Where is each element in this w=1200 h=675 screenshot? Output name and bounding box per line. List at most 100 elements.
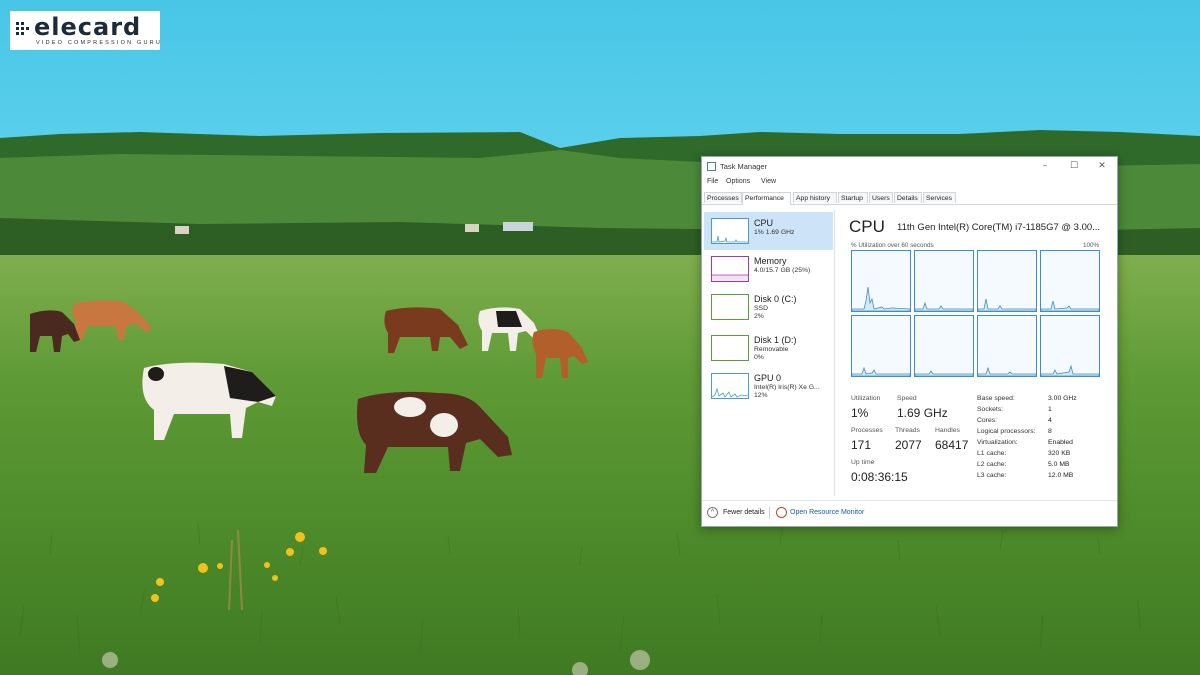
uptime-value: 0:08:36:15 bbox=[851, 470, 908, 484]
sidebar-disk1-label: Disk 1 (D:) bbox=[754, 335, 797, 345]
tab-performance[interactable]: Performance bbox=[742, 192, 791, 205]
processes-value: 171 bbox=[851, 438, 872, 452]
sidebar-item-disk0[interactable]: Disk 0 (C:) SSD 2% bbox=[704, 288, 833, 326]
speed-label: Speed bbox=[897, 395, 917, 402]
spec-value: 8 bbox=[1048, 428, 1052, 435]
cpu-core-graph bbox=[1040, 250, 1100, 312]
menu-view[interactable]: View bbox=[761, 178, 776, 185]
sidebar-memory-usage: 4.0/15.7 GB (25%) bbox=[754, 267, 811, 274]
sidebar-disk1-usage: 0% bbox=[754, 354, 764, 361]
sidebar-cpu-label: CPU bbox=[754, 218, 774, 228]
fewer-details-link[interactable]: Fewer details bbox=[723, 509, 765, 516]
spec-label: L3 cache: bbox=[977, 472, 1007, 479]
cpu-core-graph bbox=[851, 250, 911, 312]
logical-processor-graphs bbox=[851, 250, 1103, 380]
cpu-core-graph bbox=[1040, 315, 1100, 377]
task-manager-icon bbox=[707, 162, 716, 171]
utilization-label: Utilization bbox=[851, 395, 881, 402]
cpu-thumbnail-graph bbox=[711, 218, 749, 244]
cpu-core-graph bbox=[977, 250, 1037, 312]
elecard-logo: elecard VIDEO COMPRESSION GURU bbox=[10, 11, 160, 50]
tab-startup[interactable]: Startup bbox=[838, 192, 868, 203]
sidebar-item-gpu0[interactable]: GPU 0 Intel(R) Iris(R) Xe G... 12% bbox=[704, 367, 833, 405]
sidebar-memory-label: Memory bbox=[754, 256, 787, 266]
logo-tagline: VIDEO COMPRESSION GURU bbox=[36, 40, 163, 46]
close-button[interactable]: ✕ bbox=[1091, 160, 1113, 173]
spec-label: L1 cache: bbox=[977, 450, 1007, 457]
sidebar-item-cpu[interactable]: CPU 1% 1.69 GHz bbox=[704, 212, 833, 250]
sidebar-item-disk1[interactable]: Disk 1 (D:) Removable 0% bbox=[704, 329, 833, 367]
graph-max-label: 100% bbox=[1083, 242, 1100, 249]
resource-sidebar: CPU 1% 1.69 GHz Memory 4.0/15.7 GB (25%)… bbox=[704, 210, 835, 496]
sidebar-gpu0-model: Intel(R) Iris(R) Xe G... bbox=[754, 384, 820, 391]
cpu-core-graph bbox=[914, 250, 974, 312]
spec-label: Cores: bbox=[977, 417, 998, 424]
tab-services[interactable]: Services bbox=[923, 192, 956, 203]
cpu-core-graph bbox=[914, 315, 974, 377]
spec-value: 4 bbox=[1048, 417, 1052, 424]
cpu-detail-panel: CPU 11th Gen Intel(R) Core(TM) i7-1185G7… bbox=[841, 210, 1111, 496]
cow-brown bbox=[384, 307, 468, 353]
spec-value: 12.0 MB bbox=[1048, 472, 1074, 479]
spec-value: 320 KB bbox=[1048, 450, 1071, 457]
cow-orange-2 bbox=[72, 300, 152, 340]
sidebar-cpu-usage: 1% 1.69 GHz bbox=[754, 229, 795, 236]
cpu-heading: CPU bbox=[849, 217, 885, 236]
spec-label: Logical processors: bbox=[977, 428, 1036, 435]
minimize-button[interactable]: – bbox=[1034, 160, 1056, 173]
gpu0-thumbnail-graph bbox=[711, 373, 749, 399]
cow-dark bbox=[30, 310, 80, 352]
sidebar-gpu0-label: GPU 0 bbox=[754, 373, 782, 383]
chevron-up-icon[interactable]: ^ bbox=[707, 507, 718, 518]
memory-thumbnail-graph bbox=[711, 256, 749, 282]
sidebar-disk1-type: Removable bbox=[754, 346, 789, 353]
tab-details[interactable]: Details bbox=[894, 192, 922, 203]
resource-monitor-icon[interactable] bbox=[776, 507, 787, 518]
handles-value: 68417 bbox=[935, 438, 969, 452]
title-bar[interactable]: Task Manager – ☐ ✕ bbox=[702, 157, 1117, 177]
logo-dots-icon bbox=[16, 22, 29, 35]
open-resource-monitor-link[interactable]: Open Resource Monitor bbox=[790, 509, 864, 516]
disk0-thumbnail-graph bbox=[711, 294, 749, 320]
spec-value: 1 bbox=[1048, 406, 1052, 413]
speed-value: 1.69 GHz bbox=[897, 406, 948, 420]
logo-wordmark: elecard bbox=[34, 13, 142, 41]
cow-brown-white bbox=[357, 391, 512, 473]
tab-strip: Processes Performance App history Startu… bbox=[702, 192, 1117, 205]
cpu-model-name: 11th Gen Intel(R) Core(TM) i7-1185G7 @ 3… bbox=[897, 222, 1101, 233]
spec-label: L2 cache: bbox=[977, 461, 1007, 468]
sidebar-disk0-type: SSD bbox=[754, 305, 768, 312]
cow-black-white bbox=[142, 362, 276, 440]
threads-label: Threads bbox=[895, 427, 920, 434]
spec-label: Sockets: bbox=[977, 406, 1004, 413]
cow-orange bbox=[532, 329, 588, 378]
processes-label: Processes bbox=[851, 427, 883, 434]
tab-processes[interactable]: Processes bbox=[704, 192, 742, 203]
graph-caption: % Utilization over 60 seconds bbox=[851, 242, 934, 249]
spec-value: Enabled bbox=[1048, 439, 1073, 446]
sidebar-item-memory[interactable]: Memory 4.0/15.7 GB (25%) bbox=[704, 250, 833, 288]
sidebar-disk0-usage: 2% bbox=[754, 313, 764, 320]
sidebar-gpu0-usage: 12% bbox=[754, 392, 768, 399]
spec-label: Base speed: bbox=[977, 395, 1015, 402]
footer-divider bbox=[769, 507, 770, 519]
window-title: Task Manager bbox=[720, 162, 768, 171]
disk1-thumbnail-graph bbox=[711, 335, 749, 361]
menu-file[interactable]: File bbox=[707, 178, 718, 185]
spec-value: 5.0 MB bbox=[1048, 461, 1070, 468]
maximize-button[interactable]: ☐ bbox=[1063, 160, 1085, 173]
menu-options[interactable]: Options bbox=[726, 178, 750, 185]
tab-app-history[interactable]: App history bbox=[793, 192, 837, 203]
utilization-value: 1% bbox=[851, 406, 869, 420]
spec-value: 3.00 GHz bbox=[1048, 395, 1077, 402]
tab-users[interactable]: Users bbox=[869, 192, 893, 203]
footer-bar: ^ Fewer details Open Resource Monitor bbox=[702, 500, 1117, 525]
cpu-core-graph bbox=[851, 315, 911, 377]
sidebar-disk0-label: Disk 0 (C:) bbox=[754, 294, 797, 304]
task-manager-window: Task Manager – ☐ ✕ File Options View Pro… bbox=[701, 156, 1118, 527]
handles-label: Handles bbox=[935, 427, 960, 434]
spec-label: Virtualization: bbox=[977, 439, 1018, 446]
cpu-core-graph bbox=[977, 315, 1037, 377]
uptime-label: Up time bbox=[851, 459, 875, 466]
threads-value: 2077 bbox=[895, 438, 922, 452]
